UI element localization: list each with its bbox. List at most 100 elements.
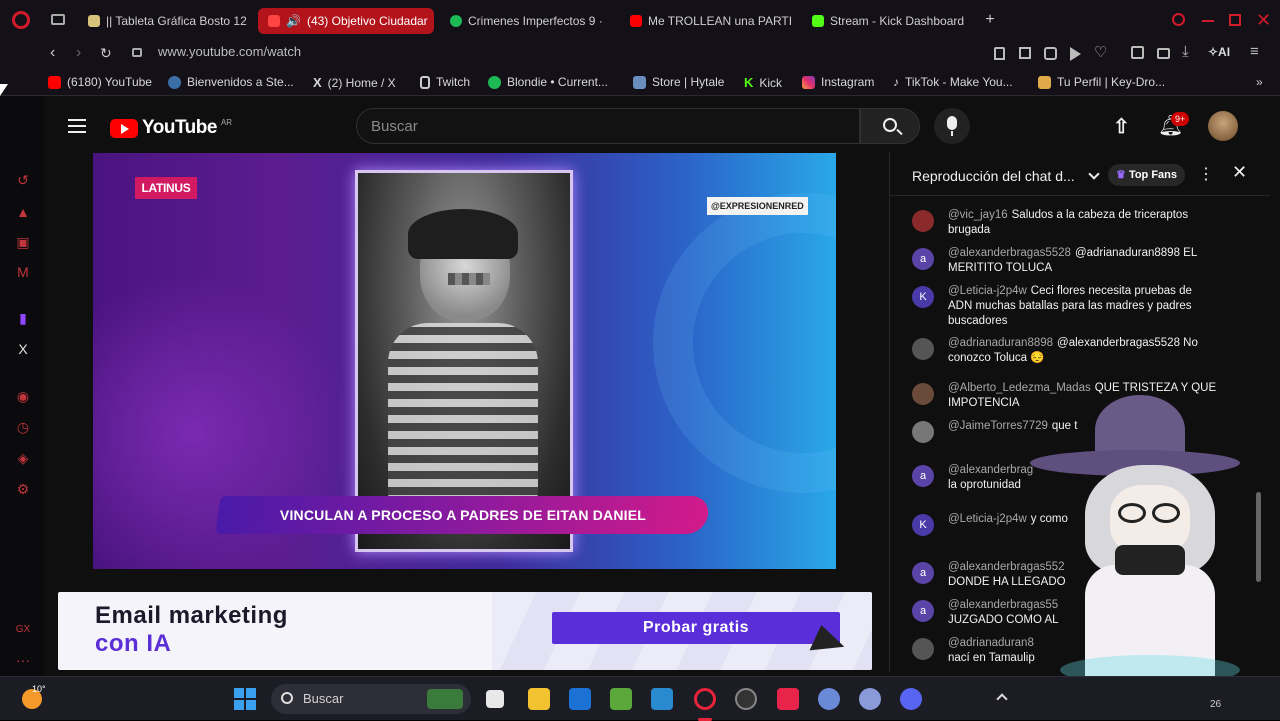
start-button-icon[interactable]	[234, 688, 256, 710]
sidebar-x-icon[interactable]: X	[15, 341, 31, 357]
chat-username[interactable]: @Leticia-j2p4w	[948, 285, 1027, 297]
tab-youtube-2[interactable]: Me TROLLEAN una PARTI	[620, 8, 795, 34]
pin-icon[interactable]	[994, 47, 1005, 60]
opera-menu-icon[interactable]	[12, 11, 30, 29]
tiktok-live-icon[interactable]	[777, 688, 799, 710]
search-input[interactable]	[357, 109, 859, 143]
photos-icon[interactable]	[651, 688, 673, 710]
taskbar-search[interactable]: Buscar	[271, 684, 471, 714]
new-tab-icon[interactable]: +	[982, 12, 998, 28]
chat-username[interactable]: @alexanderbragas5528	[948, 247, 1071, 259]
bookmark-tiktok[interactable]: ♪ TikTok - Make You...	[893, 75, 1013, 89]
tab-kick[interactable]: Stream - Kick Dashboard	[802, 8, 977, 34]
app-icon-1[interactable]	[818, 688, 840, 710]
sidebar-settings-icon[interactable]: ⚙	[15, 481, 31, 497]
obs-icon[interactable]	[735, 688, 757, 710]
back-icon[interactable]: ‹	[50, 44, 55, 62]
minimize-icon[interactable]	[1202, 20, 1214, 22]
sidebar-history-icon[interactable]: ↺	[15, 172, 31, 188]
ai-button[interactable]: ✧AI	[1208, 45, 1230, 59]
easy-setup-icon[interactable]: ≡	[1250, 43, 1259, 60]
tab-bosto[interactable]: || Tableta Gráfica Bosto 12	[78, 8, 250, 34]
video-headline: VINCULAN A PROCESO A PADRES DE EITAN DAN…	[279, 507, 647, 523]
microsoft-store-icon[interactable]	[569, 688, 591, 710]
sidebar-aria-icon[interactable]: ▲	[15, 204, 31, 220]
sidebar-clock-icon[interactable]: ◷	[15, 419, 31, 435]
speaker-icon[interactable]: 🔊	[286, 14, 301, 28]
wallet-icon[interactable]	[1157, 48, 1170, 59]
app-icon-2[interactable]	[859, 688, 881, 710]
ad-cta-button[interactable]: Probar gratis	[552, 612, 840, 644]
more-options-icon[interactable]: ⋮	[1198, 164, 1214, 184]
minecraft-icon[interactable]	[610, 688, 632, 710]
chat-avatar: a	[912, 600, 934, 622]
ad-banner[interactable]: Email marketing con IA Probar gratis	[58, 592, 872, 670]
discord-icon[interactable]	[900, 688, 922, 710]
forward-icon[interactable]: ›	[76, 44, 81, 62]
bookmark-keydrop[interactable]: Tu Perfil | Key-Dro...	[1038, 75, 1165, 89]
upload-icon[interactable]: ⇧	[1113, 114, 1130, 139]
chat-username[interactable]: @JaimeTorres7729	[948, 420, 1048, 432]
reload-icon[interactable]: ↻	[100, 45, 112, 62]
maximize-icon[interactable]	[1229, 14, 1241, 26]
gift-icon	[1038, 75, 1051, 89]
close-chat-icon[interactable]: ✕	[1232, 162, 1247, 183]
player-icon[interactable]	[1070, 47, 1081, 61]
task-view-icon[interactable]	[486, 690, 504, 708]
tab-manager-icon[interactable]	[51, 14, 65, 25]
tab-youtube-active[interactable]: 🔊 (43) Objetivo Ciudadar	[258, 8, 434, 34]
bookmark-hytale[interactable]: Store | Hytale	[633, 75, 724, 89]
chat-username[interactable]: @adrianaduran8898	[948, 337, 1053, 349]
youtube-icon	[48, 75, 61, 89]
sidebar-twitch-icon[interactable]: ▮	[15, 310, 31, 326]
url-field[interactable]: www.youtube.com/watch	[158, 44, 301, 59]
chat-title[interactable]: Reproducción del chat d...	[912, 168, 1075, 184]
close-window-icon[interactable]: ✕	[1256, 10, 1271, 31]
chevron-down-icon[interactable]	[1088, 168, 1100, 180]
sidebar-player-icon[interactable]: ◉	[15, 388, 31, 404]
chat-username[interactable]: @vic_jay16	[948, 209, 1008, 221]
clock[interactable]: 26	[1210, 699, 1221, 710]
video-player[interactable]: LATINUS @EXPRESIONENRED VINCULAN A PROCE…	[93, 153, 836, 569]
chat-avatar	[912, 638, 934, 660]
browser-tab-strip: || Tableta Gráfica Bosto 12 🔊 (43) Objet…	[0, 0, 1280, 40]
sidebar-extensions-icon[interactable]: ◈	[15, 450, 31, 466]
chevron-up-icon[interactable]	[996, 693, 1008, 705]
tab-spotify[interactable]: Crimenes Imperfectos 9 ·	[440, 8, 610, 34]
blur-censor	[448, 273, 490, 285]
top-fans-button[interactable]: ♛ Top Fans	[1108, 164, 1186, 186]
chat-username[interactable]: @Alberto_Ledezma_Madas	[948, 382, 1091, 394]
sidebar-messenger-icon[interactable]: M	[15, 264, 31, 280]
heart-icon[interactable]: ♡	[1094, 43, 1107, 61]
file-explorer-icon[interactable]	[528, 688, 550, 710]
adblock-icon[interactable]	[1044, 47, 1057, 60]
search-box	[356, 108, 860, 144]
search-button[interactable]	[860, 108, 920, 144]
bookmark-youtube[interactable]: (6180) YouTube	[48, 75, 152, 89]
hamburger-menu-icon[interactable]	[68, 119, 86, 133]
voice-search-button[interactable]	[934, 108, 970, 144]
avatar[interactable]	[1208, 111, 1238, 141]
sidebar-gx-icon[interactable]: GX	[15, 622, 31, 638]
search-tabs-icon[interactable]	[1172, 13, 1185, 26]
country-code: AR	[220, 117, 233, 127]
bookmark-x[interactable]: X (2) Home / X	[313, 75, 396, 90]
bookmark-steam[interactable]: Bienvenidos a Ste...	[168, 75, 294, 89]
sidebar-crypto-icon[interactable]: ▣	[15, 234, 31, 250]
bookmark-label: Store | Hytale	[652, 75, 725, 89]
bookmark-blondie[interactable]: Blondie • Current...	[488, 75, 608, 89]
bookmark-label: Instagram	[821, 75, 875, 89]
download-icon[interactable]: ⤓	[1182, 43, 1189, 60]
bookmark-kick[interactable]: K Kick	[744, 75, 782, 90]
chat-username[interactable]: @Leticia-j2p4w	[948, 513, 1027, 525]
youtube-logo[interactable]: YouTube AR	[110, 117, 232, 139]
opera-gx-icon[interactable]	[694, 688, 716, 710]
chat-username[interactable]: @alexanderbrag	[948, 464, 1033, 476]
bookmarks-overflow-icon[interactable]: »	[1256, 75, 1263, 89]
bookmark-twitch[interactable]: Twitch	[420, 75, 470, 89]
bookmark-instagram[interactable]: Instagram	[802, 75, 874, 89]
extensions-icon[interactable]	[1131, 46, 1144, 59]
sidebar-more-icon[interactable]: ···	[15, 652, 31, 668]
snapshot-icon[interactable]	[1019, 47, 1031, 59]
chat-username[interactable]: @adrianaduran8	[948, 637, 1034, 649]
